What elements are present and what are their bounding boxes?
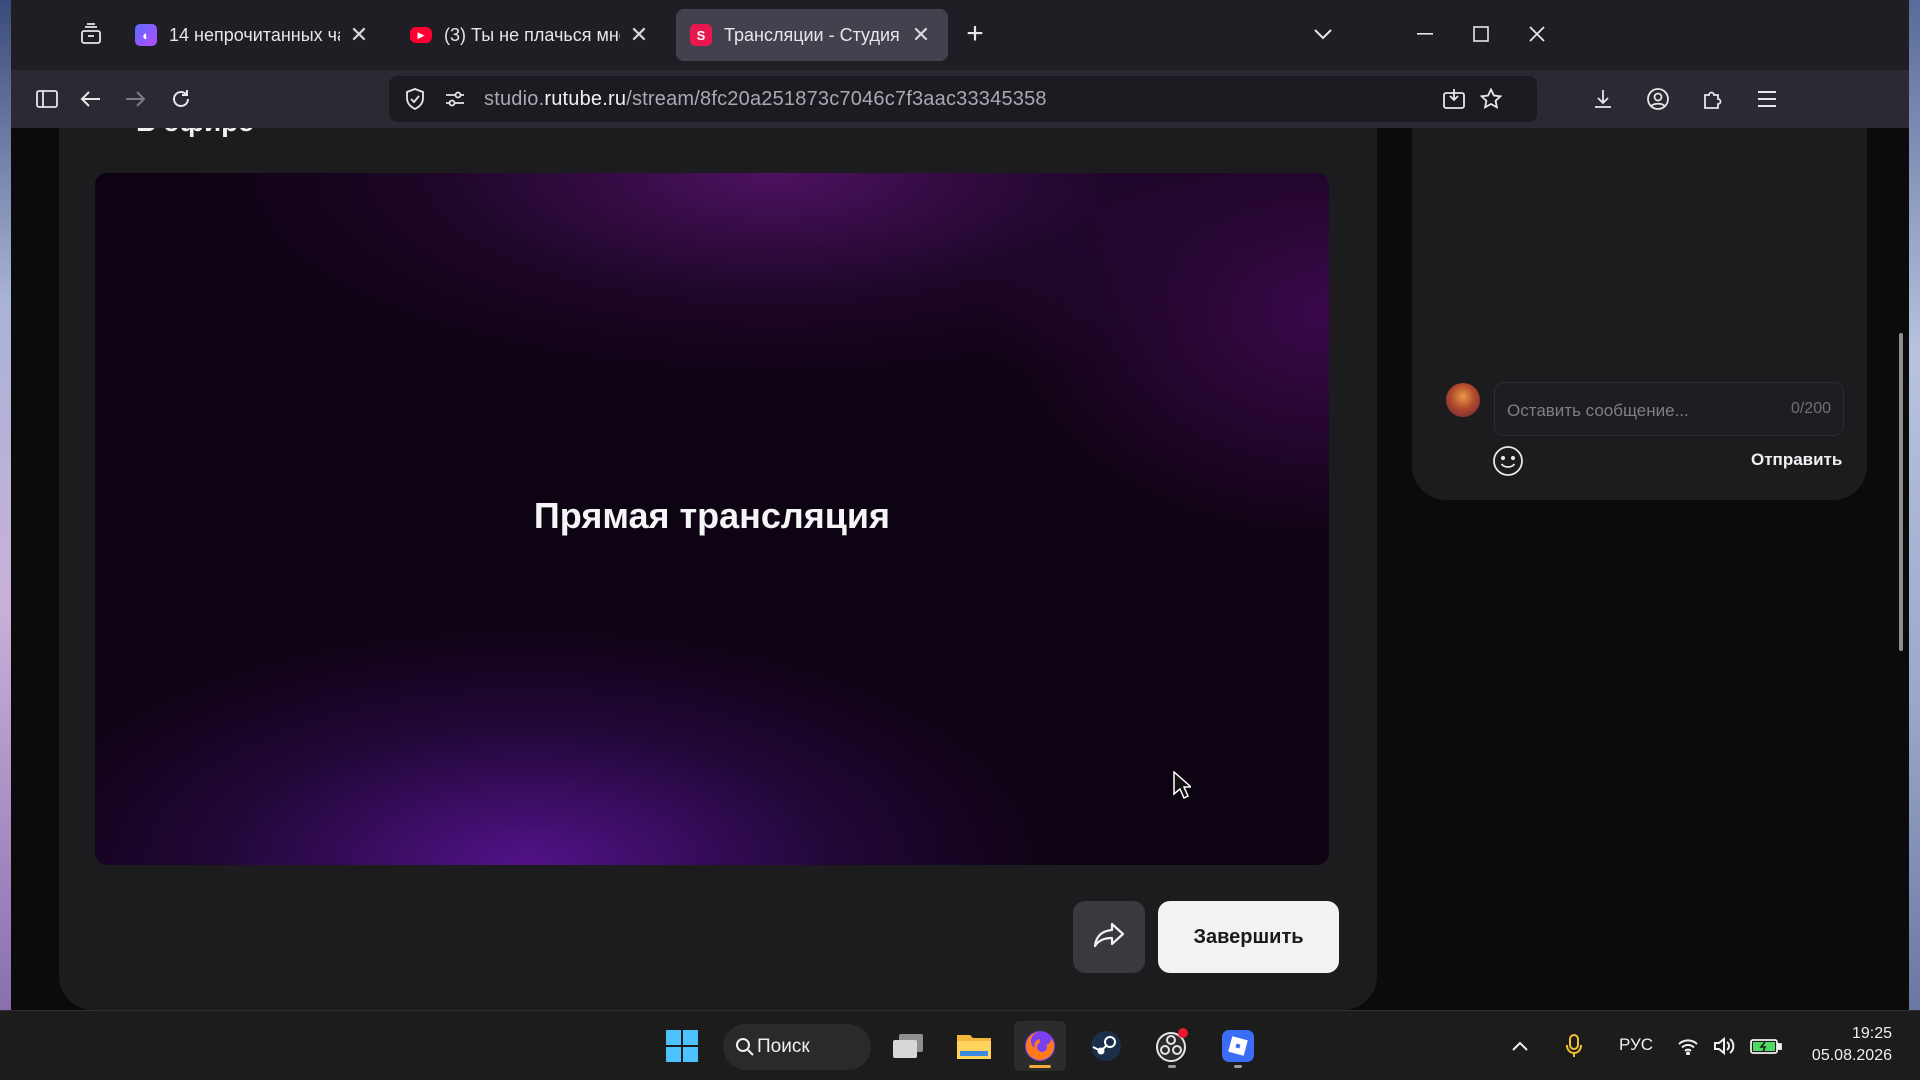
- microphone-icon[interactable]: [1556, 1021, 1592, 1071]
- youtube-favicon-icon: ▶: [410, 27, 432, 43]
- close-tab-icon[interactable]: ✕: [626, 22, 652, 48]
- minimize-button[interactable]: [1403, 14, 1447, 54]
- tab-rutube-studio[interactable]: S Трансляции - Студия RUTUBE ✕: [676, 9, 948, 61]
- browser-window: ◐ 14 непрочитанных чатов ✕ ▶ (3) Ты не п…: [11, 0, 1909, 1010]
- wifi-icon[interactable]: [1670, 1021, 1706, 1071]
- clock-date: 05.08.2026: [1811, 1047, 1892, 1064]
- emoji-smile-icon[interactable]: [1491, 444, 1525, 478]
- downloads-icon[interactable]: [1583, 79, 1623, 119]
- url-text[interactable]: studio.rutube.ru/stream/8fc20a251873c704…: [484, 88, 1047, 111]
- reload-icon[interactable]: [161, 79, 201, 119]
- search-icon: [736, 1038, 754, 1056]
- messenger-favicon-icon: ◐: [135, 24, 157, 46]
- close-window-button[interactable]: [1515, 14, 1559, 54]
- firefox-browser-icon[interactable]: [1014, 1021, 1066, 1071]
- desktop-background-right: [1909, 0, 1920, 1010]
- send-message-button[interactable]: Отправить: [1751, 450, 1842, 470]
- tab-strip: ◐ 14 непрочитанных чатов ✕ ▶ (3) Ты не п…: [11, 0, 1909, 70]
- windows-taskbar: Поиск РУС 19:25 05.08.2026: [0, 1010, 1920, 1080]
- bookmark-star-icon[interactable]: [1471, 79, 1511, 119]
- keyboard-language-indicator[interactable]: РУС: [1619, 1035, 1653, 1055]
- tab-title: (3) Ты не плачься мне! [Кавер: [444, 24, 620, 45]
- scrollbar-thumb[interactable]: [1899, 333, 1903, 651]
- desktop-background-left: [0, 0, 11, 1010]
- tab-title: Трансляции - Студия RUTUBE: [724, 24, 902, 45]
- running-indicator: [1234, 1065, 1242, 1068]
- steam-icon[interactable]: [1080, 1021, 1132, 1071]
- finish-stream-button[interactable]: Завершить: [1158, 901, 1339, 973]
- taskbar-search-label: Поиск: [757, 1036, 810, 1057]
- task-view-icon[interactable]: [882, 1021, 934, 1071]
- page-content: В эфире Прямая трансляция Завершить Оста…: [11, 128, 1909, 1010]
- volume-speaker-icon[interactable]: [1706, 1021, 1742, 1071]
- tab-groups-icon[interactable]: [71, 14, 111, 54]
- taskbar-search-button[interactable]: Поиск: [723, 1024, 871, 1070]
- navigation-toolbar: studio.rutube.ru/stream/8fc20a251873c704…: [11, 70, 1909, 128]
- extensions-puzzle-icon[interactable]: [1693, 79, 1733, 119]
- roblox-icon[interactable]: [1212, 1021, 1264, 1071]
- site-permissions-icon[interactable]: [435, 79, 475, 119]
- user-avatar: [1446, 383, 1480, 417]
- show-hidden-icons-chevron-up-icon[interactable]: [1502, 1021, 1538, 1071]
- chat-message-input[interactable]: Оставить сообщение... 0/200: [1494, 382, 1844, 436]
- address-bar[interactable]: studio.rutube.ru/stream/8fc20a251873c704…: [389, 76, 1537, 122]
- battery-charging-icon[interactable]: [1746, 1021, 1786, 1071]
- share-arrow-icon: [1092, 921, 1126, 954]
- obs-studio-icon[interactable]: [1146, 1021, 1198, 1071]
- account-icon[interactable]: [1638, 79, 1678, 119]
- mouse-cursor-icon: [1173, 770, 1193, 804]
- chat-char-count: 0/200: [1790, 400, 1831, 417]
- maximize-button[interactable]: [1459, 14, 1503, 54]
- new-tab-button[interactable]: +: [953, 14, 997, 54]
- video-title: Прямая трансляция: [533, 495, 891, 536]
- forward-arrow-icon[interactable]: [115, 79, 155, 119]
- file-explorer-folder-icon[interactable]: [948, 1021, 1000, 1071]
- close-tab-icon[interactable]: ✕: [908, 22, 934, 48]
- chat-placeholder: Оставить сообщение...: [1507, 401, 1689, 420]
- running-indicator: [1029, 1065, 1051, 1068]
- video-player[interactable]: Прямая трансляция: [95, 173, 1329, 865]
- clock-area[interactable]: 19:25 05.08.2026: [1800, 1023, 1892, 1067]
- close-panel-icon[interactable]: [1293, 128, 1321, 134]
- rutube-favicon-icon: S: [690, 24, 712, 46]
- live-status-heading: В эфире: [111, 128, 254, 138]
- sidebar-toggle-icon[interactable]: [27, 79, 67, 119]
- back-arrow-icon[interactable]: [71, 79, 111, 119]
- tab-title: 14 непрочитанных чатов: [169, 24, 340, 45]
- running-indicator: [1168, 1065, 1176, 1068]
- chat-panel: [1412, 128, 1867, 500]
- close-tab-icon[interactable]: ✕: [346, 22, 372, 48]
- install-app-icon[interactable]: [1434, 79, 1474, 119]
- tracking-protection-shield-icon[interactable]: [395, 79, 435, 119]
- live-status-label: В эфире: [136, 128, 254, 138]
- clock-time: 19:25: [1851, 1025, 1892, 1042]
- menu-hamburger-icon[interactable]: [1747, 79, 1787, 119]
- share-button[interactable]: [1073, 901, 1145, 973]
- tab-chats[interactable]: ◐ 14 непрочитанных чатов ✕: [121, 9, 386, 61]
- tab-youtube[interactable]: ▶ (3) Ты не плачься мне! [Кавер ✕: [396, 9, 666, 61]
- list-tabs-chevron-down-icon[interactable]: [1301, 14, 1345, 54]
- start-windows-icon[interactable]: [656, 1021, 708, 1071]
